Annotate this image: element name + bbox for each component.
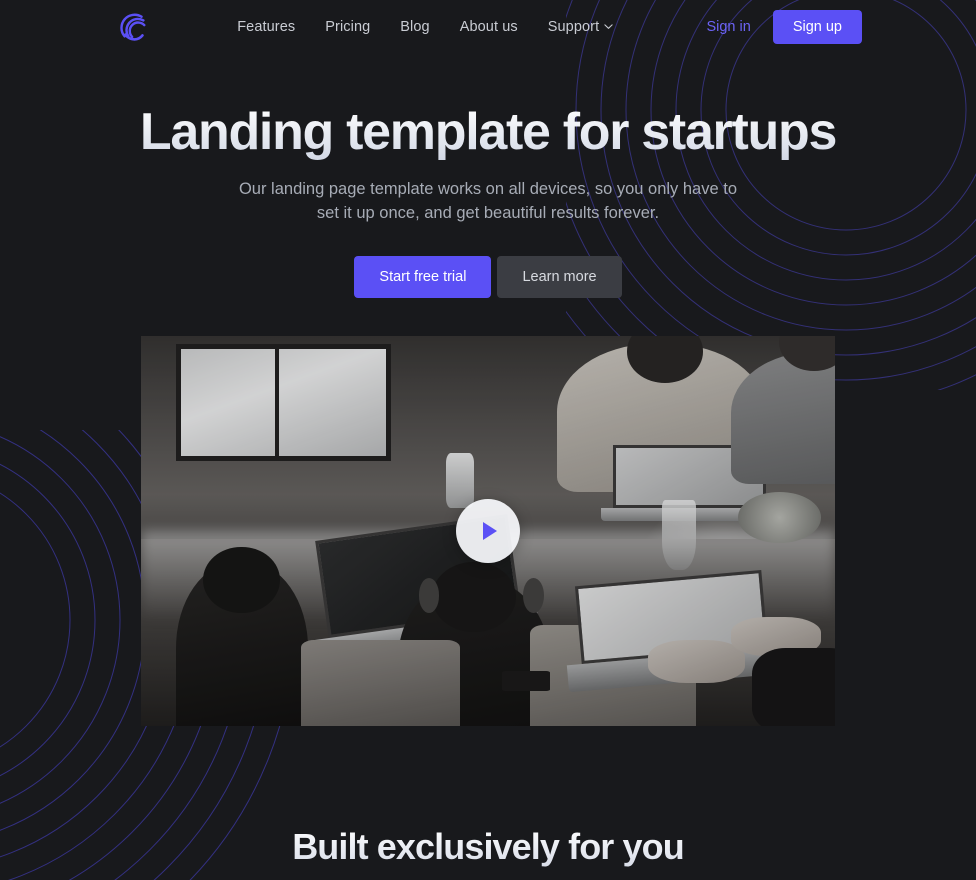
hero-cta-group: Start free trial Learn more: [0, 256, 976, 298]
primary-navigation: Features Pricing Blog About us Support: [144, 19, 706, 35]
play-icon: [483, 522, 497, 540]
nav-item-features[interactable]: Features: [237, 19, 295, 35]
nav-item-support[interactable]: Support: [548, 19, 614, 35]
hero-subtitle-line-1: Our landing page template works on all d…: [238, 180, 738, 199]
built-exclusively-section: Built exclusively for you Excepteur sint…: [0, 726, 976, 880]
start-free-trial-button[interactable]: Start free trial: [354, 256, 492, 298]
nav-item-blog[interactable]: Blog: [400, 19, 429, 35]
play-button[interactable]: [456, 499, 520, 563]
learn-more-button[interactable]: Learn more: [497, 256, 622, 298]
nav-item-label: Pricing: [325, 19, 371, 35]
chevron-down-icon: [604, 22, 613, 31]
hero-video[interactable]: [141, 336, 835, 726]
auth-actions: Sign in Sign up: [706, 10, 862, 44]
hero-video-thumbnail: [141, 336, 835, 726]
nav-item-about-us[interactable]: About us: [460, 19, 518, 35]
sign-in-link[interactable]: Sign in: [706, 19, 750, 35]
hero-subtitle-line-2: set it up once, and get beautiful result…: [316, 204, 660, 223]
landing-page: Features Pricing Blog About us Support S…: [0, 0, 976, 880]
nav-item-label: Blog: [400, 19, 430, 35]
nav-item-label: Support: [547, 19, 600, 35]
hero-subtitle: Our landing page template works on all d…: [0, 178, 976, 226]
nav-item-label: Features: [237, 19, 296, 35]
sign-up-button[interactable]: Sign up: [772, 10, 862, 44]
hero-section: Landing template for startups Our landin…: [0, 54, 976, 298]
hero-title: Landing template for startups: [0, 104, 976, 160]
section-title: Built exclusively for you: [0, 826, 976, 868]
site-header: Features Pricing Blog About us Support S…: [0, 0, 976, 54]
nav-item-pricing[interactable]: Pricing: [325, 19, 370, 35]
nav-item-label: About us: [459, 19, 518, 35]
